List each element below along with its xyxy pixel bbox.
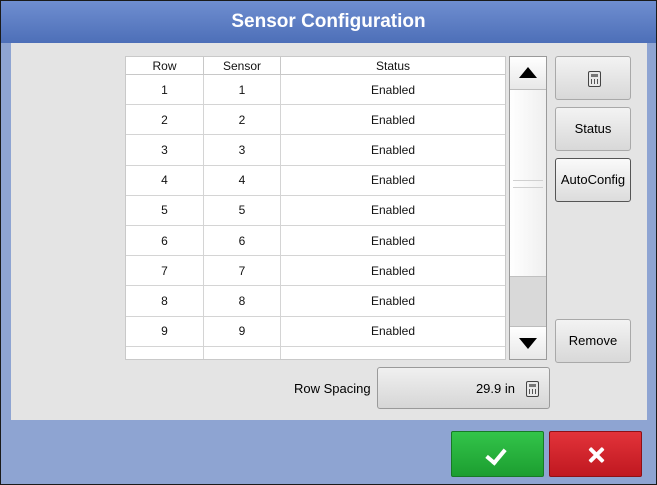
x-icon [550,432,641,476]
table-row[interactable]: 3 3 Enabled [126,134,505,166]
calculator-button[interactable] [555,56,631,100]
cell-sensor: 6 [203,225,281,257]
cell-sensor: 9 [203,316,281,347]
cell-row: 1 [126,74,204,106]
table-scrollbar[interactable] [509,56,547,360]
cell-status: Enabled [280,134,505,166]
window-title: Sensor Configuration [1,1,656,43]
table-row[interactable]: 7 7 Enabled [126,255,505,287]
cell-row: 8 [126,285,204,317]
cell-row: 4 [126,165,204,196]
table-row[interactable]: 9 9 Enabled [126,316,505,347]
table-row[interactable]: 4 4 Enabled [126,165,505,196]
status-button[interactable]: Status [555,107,631,151]
remove-button[interactable]: Remove [555,319,631,363]
calculator-icon [526,381,539,397]
cell-status: Enabled [280,165,505,196]
cell-row: 7 [126,255,204,287]
table-row[interactable]: 5 5 Enabled [126,195,505,226]
cell-status: Enabled [280,225,505,257]
scroll-up-button[interactable] [510,57,546,90]
scrollbar-grip [513,180,543,188]
cell-sensor: 5 [203,195,281,226]
header-row: Row [126,57,204,75]
row-spacing-field[interactable]: 29.9 in [377,367,550,409]
cell-status: Enabled [280,104,505,136]
cell-sensor: 1 [203,74,281,106]
row-spacing-label: Row Spacing [294,381,371,396]
cell-row: 2 [126,104,204,136]
empty-cell [203,346,281,359]
cell-sensor: 7 [203,255,281,287]
cell-row: 5 [126,195,204,226]
cell-status: Enabled [280,285,505,317]
calculator-icon [588,71,601,87]
scrollbar-thumb[interactable] [510,90,546,277]
cell-sensor: 4 [203,165,281,196]
arrow-down-icon [519,338,537,349]
table-header-row: Row Sensor Status [126,57,505,75]
table-row-partial [126,346,505,359]
cell-status: Enabled [280,255,505,287]
row-spacing-value: 29.9 in [475,381,515,396]
ok-button[interactable] [451,431,544,477]
sensor-configuration-window: Sensor Configuration Row Sensor Status 1… [0,0,657,485]
empty-cell [126,346,204,359]
table-row[interactable]: 1 1 Enabled [126,74,505,106]
arrow-up-icon [519,67,537,78]
table-row[interactable]: 2 2 Enabled [126,104,505,136]
cell-sensor: 3 [203,134,281,166]
cancel-button[interactable] [549,431,642,477]
cell-status: Enabled [280,316,505,347]
table-row[interactable]: 6 6 Enabled [126,225,505,257]
header-status: Status [280,57,505,75]
table-row[interactable]: 8 8 Enabled [126,285,505,317]
autoconfig-button[interactable]: AutoConfig [555,158,631,202]
empty-cell [280,346,505,359]
cell-status: Enabled [280,195,505,226]
cell-row: 3 [126,134,204,166]
scroll-down-button[interactable] [510,326,546,359]
cell-status: Enabled [280,74,505,106]
cell-sensor: 8 [203,285,281,317]
cell-row: 9 [126,316,204,347]
check-icon [485,443,507,466]
cell-row: 6 [126,225,204,257]
sensor-table: Row Sensor Status 1 1 Enabled 2 2 Enabled 3 3 En… [125,56,506,360]
cell-sensor: 2 [203,104,281,136]
header-sensor: Sensor [203,57,281,75]
